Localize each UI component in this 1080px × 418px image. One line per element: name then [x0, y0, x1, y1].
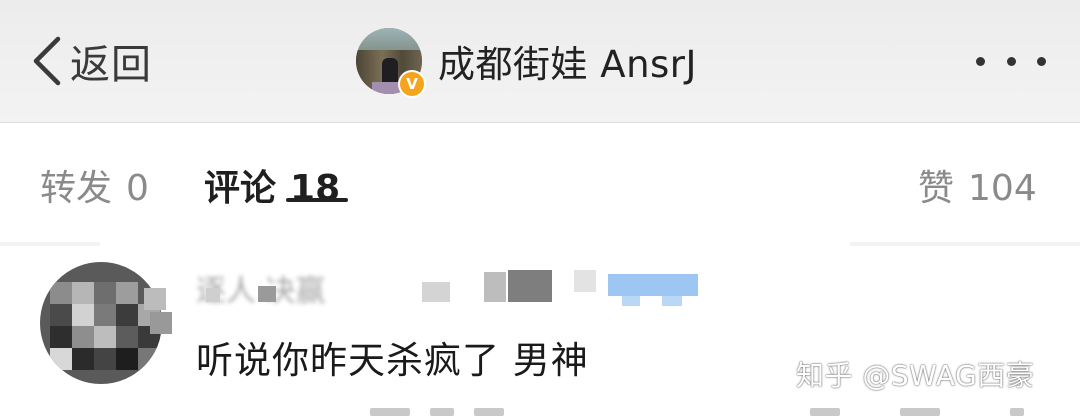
watermark: 知乎 @SWAG西豪: [796, 359, 1035, 392]
tab-like-label: 赞: [918, 168, 955, 209]
tab-repost-label: 转发: [40, 168, 113, 209]
more-dots-icon[interactable]: [976, 44, 1046, 78]
tab-bar: 转发 0 评论 18 赞 104: [0, 123, 1080, 243]
chevron-left-icon: [30, 35, 64, 87]
comment-footer-cropped: [370, 402, 1070, 418]
tab-repost[interactable]: 转发 0: [40, 159, 149, 211]
back-button[interactable]: 返回: [30, 30, 152, 92]
tab-like[interactable]: 赞 104: [918, 159, 1037, 211]
page-title: 成都街娃 AnsrJ: [438, 43, 697, 86]
active-tab-indicator: [286, 198, 348, 202]
name-mosaic: [196, 268, 716, 308]
tab-comment[interactable]: 评论 18: [204, 159, 340, 211]
top-navbar: 返回 成都街娃 AnsrJ V: [0, 0, 1080, 123]
verified-badge-icon: V: [398, 70, 426, 98]
tab-like-count: 104: [968, 168, 1037, 209]
tab-repost-count: 0: [126, 168, 149, 209]
back-label: 返回: [70, 42, 152, 88]
comment-text: 听说你昨天杀疯了 男神: [196, 339, 589, 382]
commenter-avatar[interactable]: [40, 262, 172, 392]
tab-comment-label: 评论: [204, 168, 277, 209]
tab-comment-count: 18: [290, 168, 341, 209]
